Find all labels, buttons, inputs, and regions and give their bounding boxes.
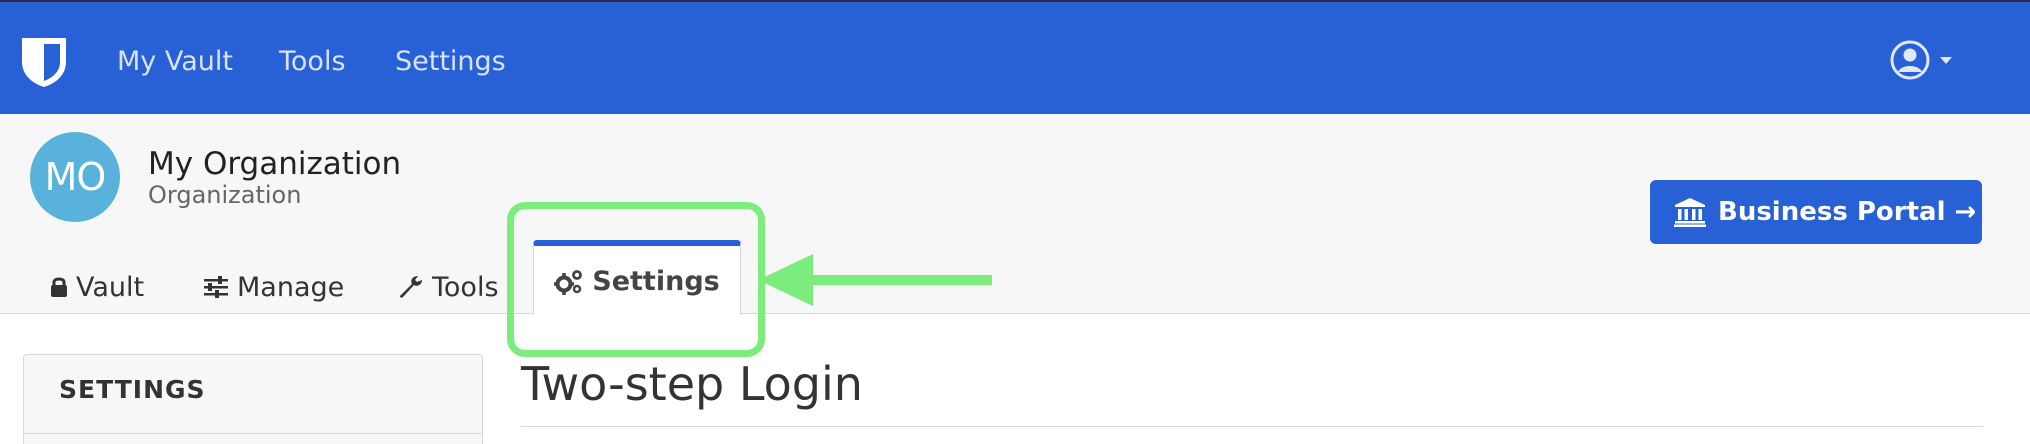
tab-vault[interactable]: Vault	[50, 260, 144, 314]
sliders-icon	[204, 276, 228, 298]
user-menu[interactable]	[1890, 40, 1962, 82]
nav-tools[interactable]: Tools	[279, 44, 346, 80]
business-portal-label: Business Portal →	[1718, 197, 1977, 227]
tab-tools-label: Tools	[432, 271, 499, 303]
org-name: My Organization	[148, 146, 402, 182]
lock-icon	[51, 277, 67, 297]
nav-my-vault[interactable]: My Vault	[117, 44, 233, 80]
annotation-highlight-box	[507, 202, 765, 357]
settings-sidebar: SETTINGS	[23, 354, 483, 444]
chevron-down-icon	[1940, 57, 1952, 64]
title-divider	[521, 426, 1983, 427]
tab-tools[interactable]: Tools	[398, 260, 499, 314]
tab-manage-label: Manage	[237, 271, 345, 303]
org-header: MO My Organization Organization Business…	[0, 114, 2030, 315]
org-type: Organization	[148, 181, 302, 209]
sidebar-divider	[24, 433, 482, 434]
sidebar-title: SETTINGS	[59, 375, 206, 404]
annotation-arrow-icon	[758, 254, 992, 306]
tab-vault-label: Vault	[76, 271, 145, 303]
top-navbar: My Vault Tools Settings	[0, 0, 2030, 114]
page-title: Two-step Login	[521, 357, 863, 411]
org-avatar: MO	[30, 132, 120, 222]
bitwarden-shield-icon[interactable]	[20, 36, 68, 88]
wrench-icon	[400, 276, 422, 298]
bank-icon	[1674, 198, 1706, 227]
business-portal-button[interactable]: Business Portal →	[1650, 180, 1982, 244]
user-circle-icon	[1890, 40, 1952, 80]
tab-manage[interactable]: Manage	[203, 260, 344, 314]
nav-settings[interactable]: Settings	[395, 44, 506, 80]
